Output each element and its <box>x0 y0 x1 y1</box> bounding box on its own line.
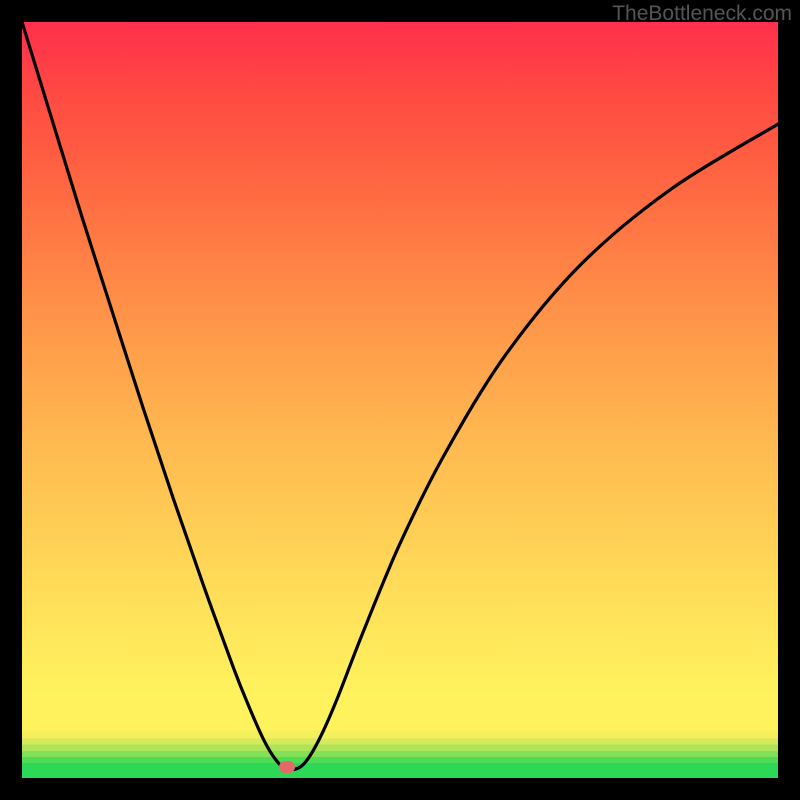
curve-svg <box>22 22 778 778</box>
minimum-marker <box>279 761 295 773</box>
watermark-text: TheBottleneck.com <box>612 2 792 26</box>
plot-frame <box>22 22 778 778</box>
curve-path <box>22 22 778 770</box>
